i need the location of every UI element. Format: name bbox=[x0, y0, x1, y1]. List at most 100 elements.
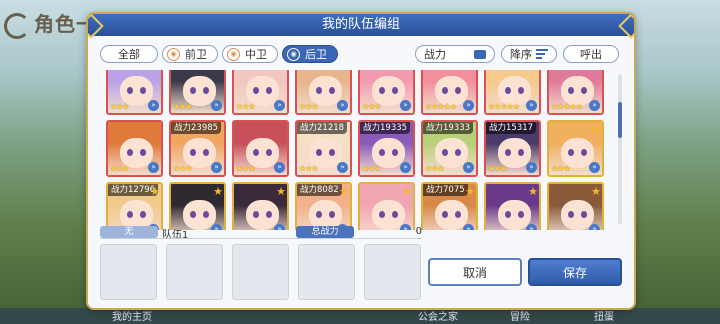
character-card[interactable]: ★★★ » bbox=[106, 70, 163, 115]
chevron-right-icon: » bbox=[211, 224, 222, 230]
team-tag: 无 bbox=[100, 226, 158, 238]
corner-ornament-icon bbox=[618, 14, 634, 39]
character-card[interactable]: 战力21218 ★★★ » bbox=[295, 120, 352, 177]
star-badge-icon: ★ bbox=[591, 185, 601, 198]
dialog-title: 我的队伍编组 bbox=[321, 17, 400, 32]
chevron-right-icon: » bbox=[589, 162, 600, 173]
character-power: 战力19335 bbox=[360, 122, 411, 134]
character-card[interactable]: ★★★★★ » bbox=[484, 70, 541, 115]
chevron-right-icon: » bbox=[274, 100, 285, 111]
chevron-right-icon: » bbox=[463, 100, 474, 111]
character-card[interactable]: ★★★★★ » bbox=[421, 70, 478, 115]
character-card[interactable]: ★★★ » bbox=[295, 70, 352, 115]
character-card[interactable]: ★★★ » bbox=[232, 120, 289, 177]
chevron-right-icon: » bbox=[400, 162, 411, 173]
summon-button[interactable]: 呼出 bbox=[563, 45, 619, 63]
chevron-right-icon: » bbox=[274, 224, 285, 230]
character-card[interactable]: ★» bbox=[484, 182, 541, 230]
chevron-right-icon: » bbox=[211, 162, 222, 173]
star-rating: ★★★ bbox=[173, 164, 192, 173]
character-power: 战力19333 bbox=[423, 122, 474, 134]
character-card[interactable]: ★★★ ★» bbox=[547, 120, 604, 177]
position-filter-tabs: 全部 ◉ 前卫 ◉ 中卫 ◉ 后卫 bbox=[100, 45, 338, 63]
sort-order-button[interactable]: 降序 bbox=[501, 45, 557, 63]
character-card[interactable]: 战力15317 ★★★ » bbox=[484, 120, 541, 177]
star-rating: ★★★ bbox=[362, 102, 381, 111]
character-power: 战力21218 bbox=[297, 122, 348, 134]
character-card[interactable]: ★★★ » bbox=[358, 70, 415, 115]
character-card[interactable]: 战力8082★» bbox=[295, 182, 352, 230]
roster-scrollbar[interactable] bbox=[618, 74, 622, 224]
chevron-right-icon: » bbox=[526, 100, 537, 111]
position-icon: ◉ bbox=[227, 47, 240, 61]
team-slot-2[interactable] bbox=[166, 244, 223, 300]
chevron-right-icon: » bbox=[589, 100, 600, 111]
star-rating: ★★★ bbox=[110, 102, 129, 111]
save-button[interactable]: 保存 bbox=[528, 258, 622, 286]
star-rating: ★★★★★ bbox=[551, 102, 583, 111]
star-rating: ★★★ bbox=[362, 164, 381, 173]
character-roster-grid: ★★★» ★★★» ★★★» ★★★» ★★★» ★★★★★» ★★★★★» ★★★★★» ★★… bbox=[106, 70, 615, 230]
character-card[interactable]: ★★★ » bbox=[232, 70, 289, 115]
character-power: 战力7075 bbox=[423, 184, 468, 196]
bottom-nav-item: 冒险 bbox=[510, 312, 530, 323]
star-badge-icon: ★ bbox=[591, 123, 601, 136]
star-rating: ★★★ bbox=[110, 164, 129, 173]
star-rating: ★★★ bbox=[488, 164, 507, 173]
tab-front[interactable]: ◉ 前卫 bbox=[162, 45, 218, 63]
chevron-right-icon: » bbox=[148, 162, 159, 173]
sort-key-icon bbox=[474, 49, 486, 59]
character-card[interactable]: ★★★★★ » bbox=[547, 70, 604, 115]
star-badge-icon: ★ bbox=[276, 185, 286, 198]
bottom-nav-item: 我的主页 bbox=[112, 312, 152, 323]
character-card[interactable]: ★» bbox=[232, 182, 289, 230]
divider bbox=[100, 238, 422, 239]
character-card[interactable]: 战力23985 ★★★ » bbox=[169, 120, 226, 177]
star-rating: ★★★ bbox=[299, 102, 318, 111]
team-slot-5[interactable] bbox=[364, 244, 421, 300]
star-rating: ★★★ bbox=[173, 102, 192, 111]
character-card[interactable]: 战力12796★» bbox=[106, 182, 163, 230]
character-card[interactable]: ★» bbox=[169, 182, 226, 230]
star-rating: ★★★ bbox=[236, 102, 255, 111]
chevron-right-icon: » bbox=[337, 162, 348, 173]
chevron-right-icon: » bbox=[148, 100, 159, 111]
background-bottom-nav: 我的主页 公会之家 冒险 扭蛋 bbox=[0, 308, 720, 324]
tab-middle[interactable]: ◉ 中卫 bbox=[222, 45, 278, 63]
star-badge-icon: ★ bbox=[213, 185, 223, 198]
character-card[interactable]: ★» bbox=[358, 182, 415, 230]
character-power: 战力15317 bbox=[486, 122, 537, 134]
team-slot-1[interactable] bbox=[100, 244, 157, 300]
character-card[interactable]: ★★★ » bbox=[169, 70, 226, 115]
tab-all[interactable]: 全部 bbox=[100, 45, 158, 63]
scrollbar-thumb[interactable] bbox=[618, 102, 622, 138]
character-card[interactable]: ★★★ » bbox=[106, 120, 163, 177]
star-rating: ★★★ bbox=[299, 164, 318, 173]
sort-descending-icon bbox=[536, 47, 548, 61]
chevron-right-icon: » bbox=[463, 162, 474, 173]
star-badge-icon: ★ bbox=[150, 185, 160, 198]
dialog-header: 我的队伍编组 bbox=[88, 14, 634, 39]
character-card[interactable]: ★» bbox=[547, 182, 604, 230]
chevron-right-icon: » bbox=[211, 100, 222, 111]
team-slot-3[interactable] bbox=[232, 244, 289, 300]
cancel-button[interactable]: 取消 bbox=[428, 258, 522, 286]
star-badge-icon: ★ bbox=[528, 185, 538, 198]
character-card[interactable]: 战力19333 ★★★ » bbox=[421, 120, 478, 177]
sort-key-button[interactable]: 战力 bbox=[415, 45, 495, 63]
character-card[interactable]: 战力19335 ★★★ » bbox=[358, 120, 415, 177]
swirl-icon bbox=[4, 12, 30, 39]
position-icon: ◉ bbox=[287, 47, 300, 61]
character-power: 战力23985 bbox=[171, 122, 222, 134]
bottom-nav-item: 扭蛋 bbox=[594, 312, 614, 323]
tab-back[interactable]: ◉ 后卫 bbox=[282, 45, 338, 63]
chevron-right-icon: » bbox=[274, 162, 285, 173]
character-card[interactable]: 战力7075 ★ » bbox=[421, 182, 478, 230]
position-icon: ◉ bbox=[167, 47, 180, 61]
chevron-right-icon: » bbox=[337, 100, 348, 111]
background-page-title: 角色一 bbox=[4, 8, 97, 39]
team-slot-4[interactable] bbox=[298, 244, 355, 300]
chevron-right-icon: » bbox=[400, 100, 411, 111]
chevron-right-icon: » bbox=[526, 162, 537, 173]
star-badge-icon: ★ bbox=[465, 185, 475, 198]
